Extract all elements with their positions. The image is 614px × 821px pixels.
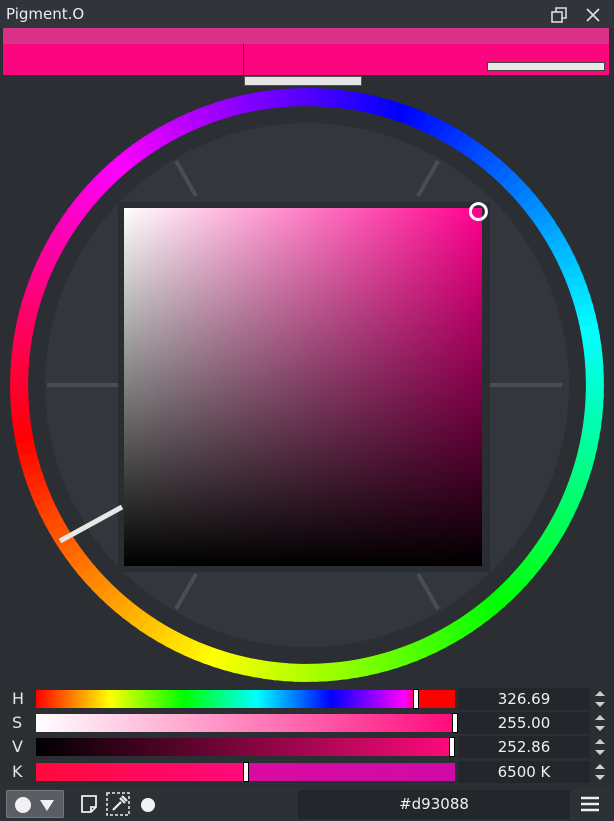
note-icon[interactable] — [80, 794, 98, 814]
slider-row-s: S 255.00 — [0, 712, 614, 734]
swatch-indicator — [487, 62, 605, 71]
kelvin-slider[interactable] — [36, 762, 455, 782]
hue-value[interactable]: 326.69 — [458, 688, 590, 710]
saturation-slider[interactable] — [36, 713, 458, 733]
channel-label: H — [12, 689, 25, 708]
slider-row-v: V 252.86 — [0, 736, 614, 758]
spin-arrows-icon[interactable] — [593, 736, 607, 758]
current-color-swatch-left[interactable] — [3, 44, 243, 75]
panel-mode-button[interactable] — [6, 790, 64, 818]
hex-input[interactable]: #d93088 — [298, 790, 570, 819]
eyedropper-icon[interactable] — [106, 792, 132, 816]
bottom-toolbar: #d93088 — [0, 788, 614, 821]
swatch-selector-bar[interactable] — [244, 76, 362, 86]
sv-square[interactable] — [124, 208, 482, 566]
channel-label: K — [12, 762, 23, 781]
spin-arrows-icon[interactable] — [593, 761, 607, 783]
title-bar: Pigment.O — [0, 0, 614, 28]
hue-slider[interactable] — [36, 689, 455, 709]
color-wheel-panel[interactable] — [0, 86, 614, 686]
slider-handle[interactable] — [242, 762, 249, 782]
spin-arrows-icon[interactable] — [593, 688, 607, 710]
slider-row-k: K 6500 K — [0, 761, 614, 783]
circle-mode-icon — [15, 797, 31, 813]
previous-color-swatch[interactable] — [3, 28, 609, 44]
slider-handle[interactable] — [413, 689, 420, 709]
window-title: Pigment.O — [6, 5, 85, 23]
close-icon[interactable] — [584, 6, 602, 24]
saturation-value[interactable]: 255.00 — [458, 712, 590, 734]
caret-down-icon — [40, 800, 54, 811]
value-value[interactable]: 252.86 — [458, 736, 590, 758]
value-slider[interactable] — [36, 737, 455, 757]
slider-handle[interactable] — [448, 737, 455, 757]
slider-row-h: H 326.69 — [0, 688, 614, 710]
spin-arrows-icon[interactable] — [593, 712, 607, 734]
hamburger-menu-icon[interactable] — [580, 795, 600, 813]
dot-icon[interactable] — [140, 797, 156, 813]
channel-label: V — [12, 737, 23, 756]
channel-label: S — [12, 713, 23, 732]
color-swatches — [3, 28, 609, 75]
float-window-icon[interactable] — [550, 6, 568, 24]
hue-ring-segment — [15, 439, 37, 457]
kelvin-value[interactable]: 6500 K — [458, 761, 590, 783]
